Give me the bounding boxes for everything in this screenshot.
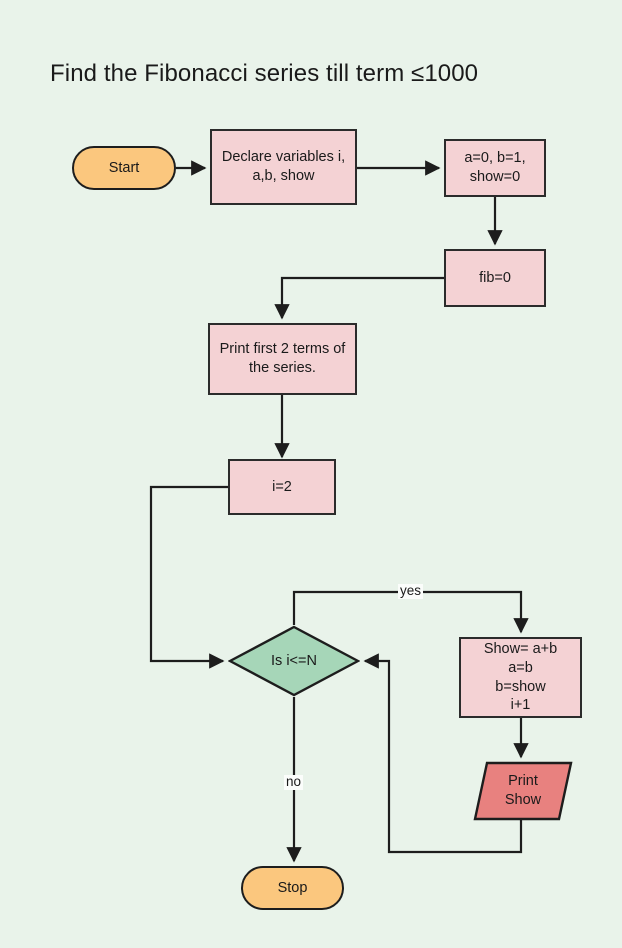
node-declare-variables-label: Declare variables i, a,b, show xyxy=(221,149,346,184)
flowchart-canvas: Find the Fibonacci series till term ≤100… xyxy=(0,0,622,948)
edge-label-yes: yes xyxy=(398,583,424,599)
node-compute-next-term[interactable]: Show= a+b a=b b=show i+1 xyxy=(459,637,582,718)
node-initialize-values[interactable]: a=0, b=1, show=0 xyxy=(444,139,546,197)
node-print-first-two-terms[interactable]: Print first 2 terms of the series. xyxy=(208,323,357,395)
edge-fib-to-printfirst xyxy=(274,276,444,320)
node-fib-zero[interactable]: fib=0 xyxy=(444,249,546,307)
diagram-title: Find the Fibonacci series till term ≤100… xyxy=(50,60,479,87)
node-print-show-label: Print Show xyxy=(504,773,542,808)
node-print-show[interactable]: Print Show xyxy=(473,761,573,821)
node-i-equals-two[interactable]: i=2 xyxy=(228,459,336,515)
node-decision-is-i-le-n[interactable]: Is i<=N xyxy=(228,625,360,697)
node-initialize-values-label: a=0, b=1, show=0 xyxy=(464,150,526,185)
node-stop-label: Stop xyxy=(277,879,308,896)
node-start[interactable]: Start xyxy=(72,146,176,190)
node-start-label: Start xyxy=(108,159,140,176)
edge-label-no: no xyxy=(284,774,304,790)
edge-iset-to-decision xyxy=(149,485,228,669)
node-stop[interactable]: Stop xyxy=(241,866,344,910)
node-print-first-two-terms-label: Print first 2 terms of the series. xyxy=(219,341,346,376)
node-decision-is-i-le-n-label: Is i<=N xyxy=(271,652,317,669)
node-i-equals-two-label: i=2 xyxy=(272,478,292,495)
node-fib-zero-label: fib=0 xyxy=(479,269,511,286)
node-compute-next-term-label: Show= a+b a=b b=show i+1 xyxy=(483,641,558,714)
node-declare-variables[interactable]: Declare variables i, a,b, show xyxy=(210,129,357,205)
